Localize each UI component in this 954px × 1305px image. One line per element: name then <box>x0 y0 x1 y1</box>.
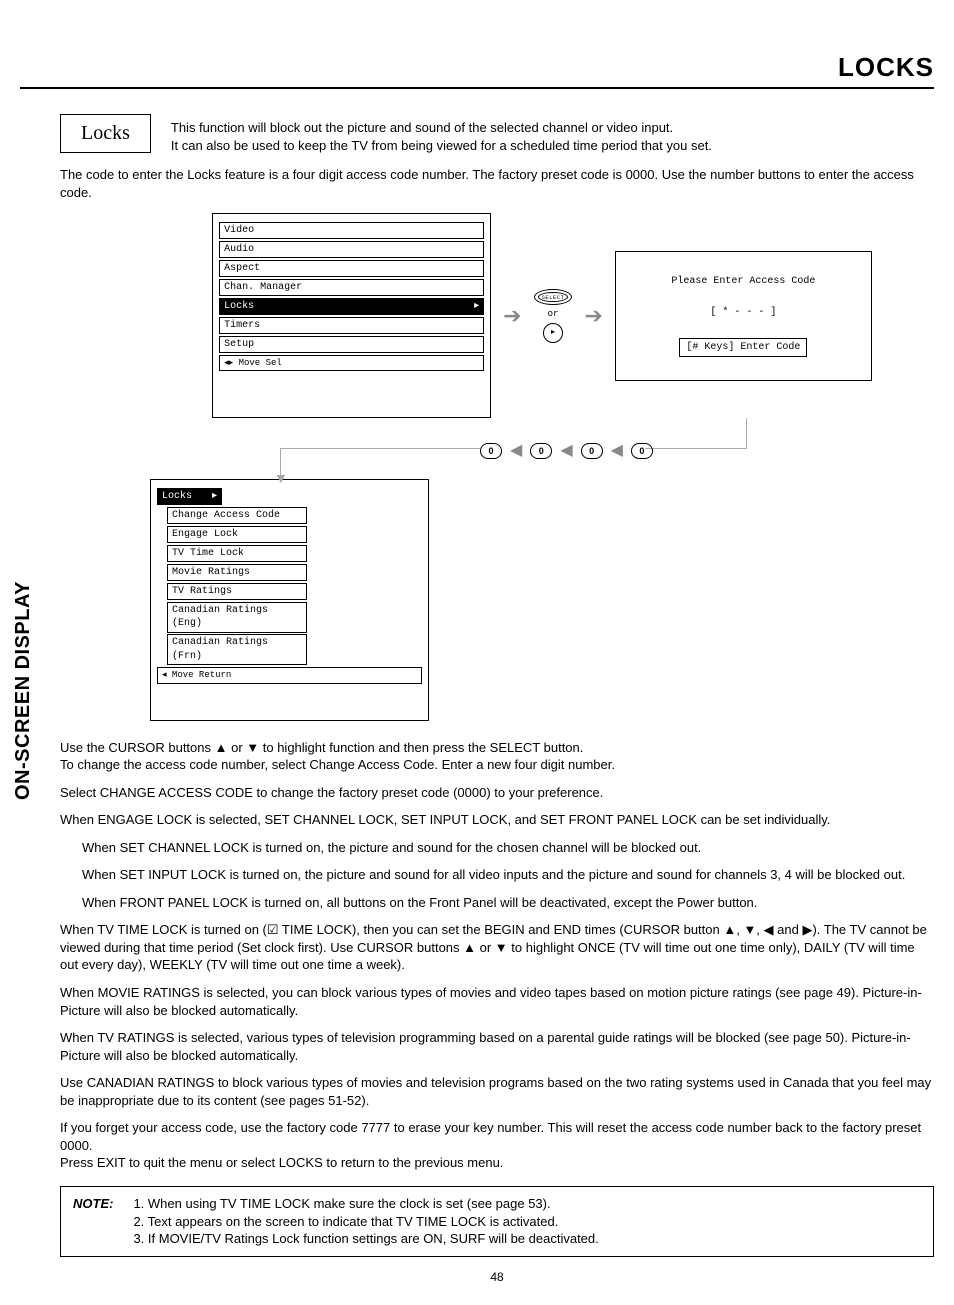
osd-item-locks: Locks▸ <box>219 298 484 316</box>
p6: When TV RATINGS is selected, various typ… <box>60 1029 934 1064</box>
osd-locks-menu: Locks▸ Change Access Code Engage Lock TV… <box>150 479 429 720</box>
arrow-left-icon: ◀ <box>611 440 623 462</box>
osd-footer: ◂▸ Move Sel <box>219 355 484 371</box>
note-1: 1. When using TV TIME LOCK make sure the… <box>133 1195 598 1213</box>
play-button: ▸ <box>543 323 563 343</box>
intro-line-1: This function will block out the picture… <box>171 119 712 137</box>
p8: If you forget your access code, use the … <box>60 1120 921 1153</box>
side-tab: ON-SCREEN DISPLAY <box>10 581 37 800</box>
osd-main-menu: Video Audio Aspect Chan. Manager Locks▸ … <box>212 213 491 418</box>
note-box: NOTE: 1. When using TV TIME LOCK make su… <box>60 1186 934 1257</box>
page-title: LOCKS <box>20 50 934 85</box>
key-0: 0 <box>581 443 603 459</box>
key-0: 0 <box>631 443 653 459</box>
access-line-2: [ * - - - ] <box>710 306 776 320</box>
p2: Select CHANGE ACCESS CODE to change the … <box>60 784 934 802</box>
osd2-canadian-frn: Canadian Ratings (Frn) <box>167 634 307 665</box>
osd-item-video: Video <box>219 222 484 240</box>
access-line-1: Please Enter Access Code <box>671 275 815 289</box>
intro-text: This function will block out the picture… <box>171 114 712 154</box>
arrow-right-icon: ➔ <box>584 301 602 331</box>
p3c: When FRONT PANEL LOCK is turned on, all … <box>82 894 934 912</box>
intro-line-2: It can also be used to keep the TV from … <box>171 137 712 155</box>
osd2-change-access-code: Change Access Code <box>167 507 307 525</box>
osd2-movie-ratings: Movie Ratings <box>167 564 307 582</box>
osd2-footer: ◂ Move Return <box>157 667 422 683</box>
connector-row: ▼ 0 ◀ 0 ◀ 0 ◀ 0 <box>150 424 870 479</box>
p1b: To change the access code number, select… <box>60 757 615 772</box>
select-button: SELECT <box>534 289 573 305</box>
remote-buttons: SELECT or ▸ <box>534 289 573 344</box>
intro-row: Locks This function will block out the p… <box>60 114 934 154</box>
or-label: or <box>548 308 559 320</box>
arrow-left-icon: ◀ <box>560 440 572 462</box>
page-number: 48 <box>60 1269 934 1285</box>
arrow-down-icon: ▼ <box>274 469 288 488</box>
osd2-header: Locks▸ <box>157 488 222 506</box>
body-text: Use the CURSOR buttons ▲ or ▼ to highlig… <box>60 739 934 1172</box>
osd-item-aspect: Aspect <box>219 260 484 278</box>
key-0: 0 <box>480 443 502 459</box>
page-header: LOCKS <box>20 50 934 89</box>
access-line-3: [# Keys] Enter Code <box>679 338 807 358</box>
key-sequence: 0 ◀ 0 ◀ 0 ◀ 0 <box>480 440 653 462</box>
osd-item-setup: Setup <box>219 336 484 354</box>
note-label: NOTE: <box>73 1195 113 1248</box>
osd2-tv-time-lock: TV Time Lock <box>167 545 307 563</box>
osd2-canadian-eng: Canadian Ratings (Eng) <box>167 602 307 633</box>
osd-item-timers: Timers <box>219 317 484 335</box>
arrow-left-icon: ◀ <box>510 440 522 462</box>
osd2-tv-ratings: TV Ratings <box>167 583 307 601</box>
access-code-screen: Please Enter Access Code [ * - - - ] [# … <box>615 251 872 381</box>
p9: Press EXIT to quit the menu or select LO… <box>60 1155 503 1170</box>
p4: When TV TIME LOCK is turned on (☑ TIME L… <box>60 921 934 974</box>
key-0: 0 <box>530 443 552 459</box>
section-title-box: Locks <box>60 114 151 153</box>
osd-item-audio: Audio <box>219 241 484 259</box>
p5: When MOVIE RATINGS is selected, you can … <box>60 984 934 1019</box>
note-2: 2. Text appears on the screen to indicat… <box>133 1213 598 1231</box>
osd-item-chan-manager: Chan. Manager <box>219 279 484 297</box>
p3a: When SET CHANNEL LOCK is turned on, the … <box>82 839 934 857</box>
preamble-text: The code to enter the Locks feature is a… <box>60 166 934 201</box>
note-3: 3. If MOVIE/TV Ratings Lock function set… <box>133 1230 598 1248</box>
arrow-right-icon: ➔ <box>503 301 521 331</box>
diagram-row-1: Video Audio Aspect Chan. Manager Locks▸ … <box>150 213 934 418</box>
p3b: When SET INPUT LOCK is turned on, the pi… <box>82 866 934 884</box>
p1a: Use the CURSOR buttons ▲ or ▼ to highlig… <box>60 740 583 755</box>
p7: Use CANADIAN RATINGS to block various ty… <box>60 1074 934 1109</box>
p3: When ENGAGE LOCK is selected, SET CHANNE… <box>60 811 934 829</box>
osd2-engage-lock: Engage Lock <box>167 526 307 544</box>
